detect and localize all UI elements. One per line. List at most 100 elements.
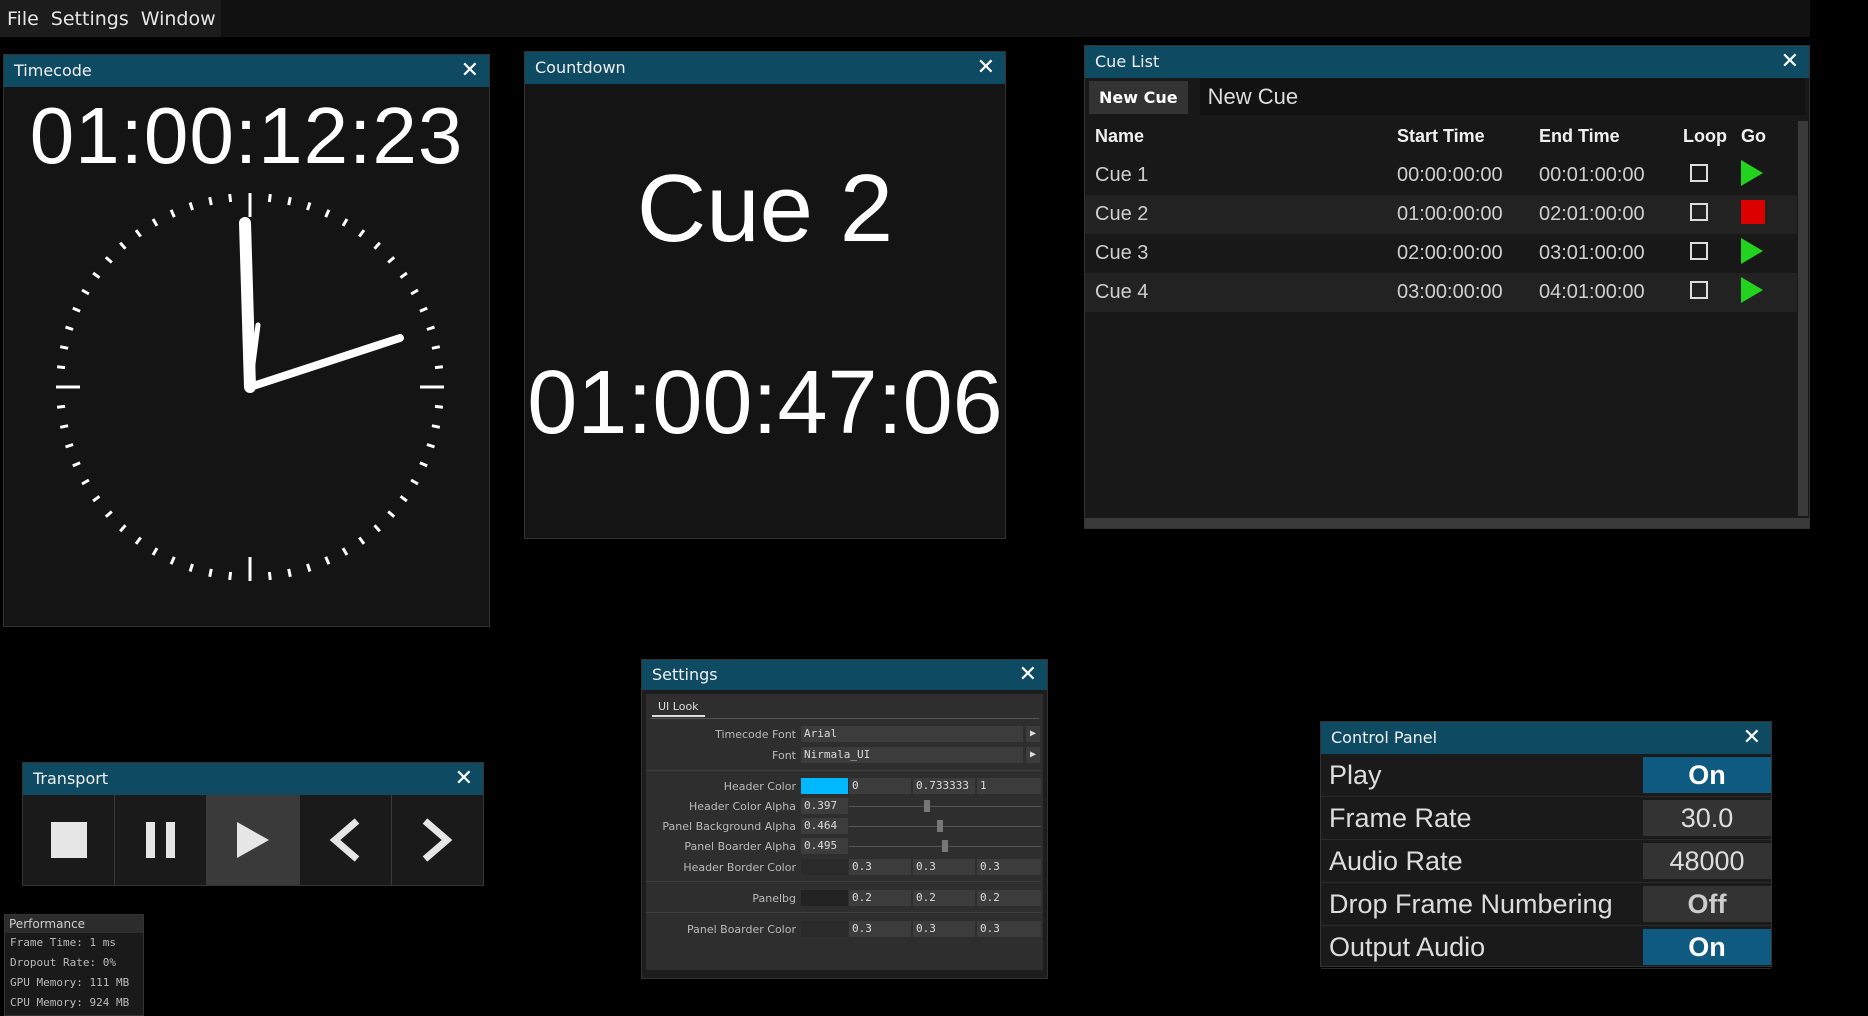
slider-thumb[interactable] xyxy=(937,820,943,832)
table-row[interactable]: Cue 3 02:00:00:00 03:01:00:00 xyxy=(1085,234,1797,273)
transport-titlebar[interactable]: Transport ✕ xyxy=(23,763,483,795)
output-audio-toggle[interactable]: On xyxy=(1643,929,1771,965)
performance-panel: Performance Frame Time: 1 ms Dropout Rat… xyxy=(4,914,144,1016)
panel-border-color-label: Panel Boarder Color xyxy=(686,923,796,936)
play-button[interactable] xyxy=(207,795,300,885)
font-select[interactable]: Nirmala_UI xyxy=(801,747,1023,763)
stop-button[interactable] xyxy=(23,795,116,885)
clock-tick xyxy=(188,563,194,572)
go-cell xyxy=(1740,234,1797,273)
clock-tick xyxy=(59,345,69,350)
panel-border-color-g[interactable]: 0.3 xyxy=(913,921,975,937)
clock-tick xyxy=(81,288,90,296)
analog-clock xyxy=(56,193,444,581)
close-icon[interactable]: ✕ xyxy=(455,763,473,795)
menu-window[interactable]: Window xyxy=(133,0,221,37)
panelbg-b[interactable]: 0.2 xyxy=(977,890,1041,906)
clock-tick xyxy=(104,510,113,518)
transport-panel: Transport ✕ xyxy=(22,762,484,886)
header-color-g[interactable]: 0.733333 xyxy=(913,778,975,794)
clock-tick xyxy=(341,218,349,227)
header-border-color-b[interactable]: 0.3 xyxy=(977,859,1041,875)
clock-tick xyxy=(208,568,213,578)
loop-checkbox[interactable] xyxy=(1690,241,1708,260)
gpu-memory: GPU Memory: 111 MB xyxy=(10,976,130,989)
header-color-r[interactable]: 0 xyxy=(849,778,911,794)
frame-rate-field[interactable]: 30.0 xyxy=(1643,800,1771,836)
clock-tick xyxy=(151,547,159,556)
clock-tick xyxy=(324,556,331,565)
play-icon[interactable] xyxy=(1741,276,1763,303)
table-row[interactable]: Cue 1 00:00:00:00 00:01:00:00 xyxy=(1085,156,1797,195)
header-border-color-r[interactable]: 0.3 xyxy=(849,859,911,875)
clock-tick xyxy=(373,524,381,533)
play-icon[interactable] xyxy=(1741,159,1763,186)
cue-name: Cue 4 xyxy=(1085,273,1396,312)
clock-tick xyxy=(134,536,142,545)
stop-icon[interactable] xyxy=(1741,199,1765,224)
close-icon[interactable]: ✕ xyxy=(1019,660,1037,690)
audio-rate-field[interactable]: 48000 xyxy=(1643,843,1771,879)
settings-titlebar[interactable]: Settings ✕ xyxy=(642,660,1047,690)
pause-button[interactable] xyxy=(115,795,208,885)
close-icon[interactable]: ✕ xyxy=(977,52,995,84)
play-toggle[interactable]: On xyxy=(1643,757,1771,793)
clock-tick xyxy=(151,218,159,227)
cue-list-horizontal-scrollbar[interactable] xyxy=(1085,518,1809,528)
header-color-alpha-value[interactable]: 0.397 xyxy=(801,798,848,814)
menu-file[interactable]: File xyxy=(0,0,44,37)
header-border-color-swatch[interactable] xyxy=(801,859,848,875)
slider-thumb[interactable] xyxy=(942,840,948,852)
new-cue-button[interactable]: New Cue xyxy=(1089,80,1188,114)
control-panel-title: Control Panel xyxy=(1331,728,1438,747)
cue-list-vertical-scrollbar[interactable] xyxy=(1798,121,1808,516)
panel-bg-alpha-value[interactable]: 0.464 xyxy=(801,818,848,834)
timecode-font-select[interactable]: Arial xyxy=(801,726,1023,742)
previous-button[interactable] xyxy=(299,795,392,885)
chevron-right-icon xyxy=(423,818,453,862)
header-color-swatch[interactable] xyxy=(801,778,848,794)
panel-border-alpha-value[interactable]: 0.495 xyxy=(801,838,848,854)
panel-border-color-swatch[interactable] xyxy=(801,921,848,937)
close-icon[interactable]: ✕ xyxy=(1743,722,1761,754)
dropdown-arrow-icon[interactable]: ▶ xyxy=(1026,747,1040,763)
clock-tick xyxy=(59,424,69,429)
clock-tick xyxy=(306,202,312,211)
header-color-label: Header Color xyxy=(723,780,796,793)
panelbg-g[interactable]: 0.2 xyxy=(913,890,975,906)
loop-checkbox[interactable] xyxy=(1690,280,1708,299)
loop-checkbox[interactable] xyxy=(1690,163,1708,182)
next-button[interactable] xyxy=(391,795,484,885)
new-cue-input[interactable] xyxy=(1199,79,1805,115)
close-icon[interactable]: ✕ xyxy=(461,55,479,87)
cue-list-titlebar[interactable]: Cue List ✕ xyxy=(1085,46,1809,78)
play-icon[interactable] xyxy=(1741,237,1763,264)
close-icon[interactable]: ✕ xyxy=(1781,46,1799,78)
table-row[interactable]: Cue 4 03:00:00:00 04:01:00:00 xyxy=(1085,273,1797,312)
panelbg-r[interactable]: 0.2 xyxy=(849,890,911,906)
control-row-output-audio: Output Audio On xyxy=(1321,926,1771,969)
cue-start: 03:00:00:00 xyxy=(1396,273,1538,312)
panel-border-color-r[interactable]: 0.3 xyxy=(849,921,911,937)
slider-thumb[interactable] xyxy=(924,800,930,812)
panelbg-swatch[interactable] xyxy=(801,890,848,906)
cue-end: 02:01:00:00 xyxy=(1538,195,1682,234)
loop-checkbox[interactable] xyxy=(1690,202,1708,221)
tab-ui-look[interactable]: UI Look xyxy=(652,698,705,717)
countdown-display: 01:00:47:06 xyxy=(527,353,1003,453)
pause-icon xyxy=(145,822,175,858)
dropdown-arrow-icon[interactable]: ▶ xyxy=(1026,726,1040,742)
performance-title[interactable]: Performance xyxy=(5,915,143,933)
table-row[interactable]: Cue 2 01:00:00:00 02:01:00:00 xyxy=(1085,195,1797,234)
menu-settings[interactable]: Settings xyxy=(43,0,134,37)
cue-table: Name Start Time End Time Loop Go Cue 1 0… xyxy=(1085,116,1797,312)
panel-border-color-b[interactable]: 0.3 xyxy=(977,921,1041,937)
countdown-titlebar[interactable]: Countdown ✕ xyxy=(525,52,1005,84)
drop-frame-toggle[interactable]: Off xyxy=(1643,886,1771,922)
timecode-titlebar[interactable]: Timecode ✕ xyxy=(4,55,489,87)
panel-border-color-row: Panel Boarder Color 0.3 0.3 0.3 xyxy=(646,921,1041,938)
control-panel-titlebar[interactable]: Control Panel ✕ xyxy=(1321,722,1771,754)
control-row-play: Play On xyxy=(1321,754,1771,797)
header-color-b[interactable]: 1 xyxy=(977,778,1041,794)
header-border-color-g[interactable]: 0.3 xyxy=(913,859,975,875)
